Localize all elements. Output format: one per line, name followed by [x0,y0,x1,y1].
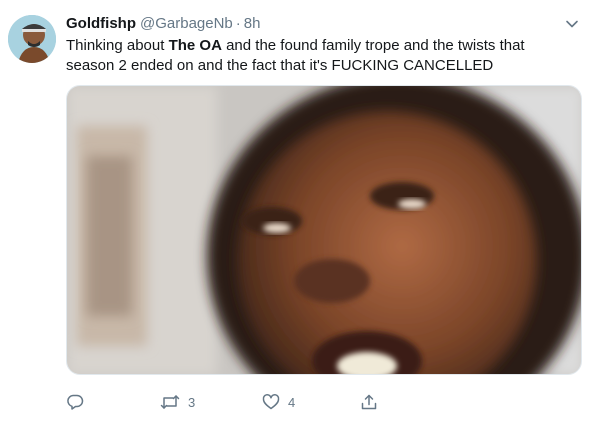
timestamp[interactable]: 8h [244,15,261,32]
tweet-image[interactable] [66,85,582,375]
tweet-actions: 3 4 [66,392,466,412]
separator-dot: · [235,15,241,32]
retweet-button[interactable]: 3 [160,392,195,412]
tweet-header: Goldfishp @GarbageNb · 8h [66,14,260,34]
retweet-icon [160,393,180,411]
tweet-text-bold: The OA [168,37,222,54]
reply-icon [66,393,84,411]
retweet-count: 3 [188,394,196,410]
tweet-text: Thinking about The OA and the found fami… [66,36,576,76]
tweet-card[interactable]: Goldfishp @GarbageNb · 8h Thinking about Th… [0,0,593,427]
chevron-down-icon[interactable] [563,15,581,33]
like-button[interactable]: 4 [262,392,295,412]
reply-button[interactable] [66,392,92,412]
avatar[interactable] [8,15,56,63]
share-button[interactable] [360,392,378,412]
heart-icon [262,393,280,411]
tweet-text-before: Thinking about [66,37,169,54]
user-handle[interactable]: @GarbageNb [140,15,233,32]
display-name[interactable]: Goldfishp [66,15,136,32]
share-icon [360,393,378,411]
like-count: 4 [288,394,296,410]
